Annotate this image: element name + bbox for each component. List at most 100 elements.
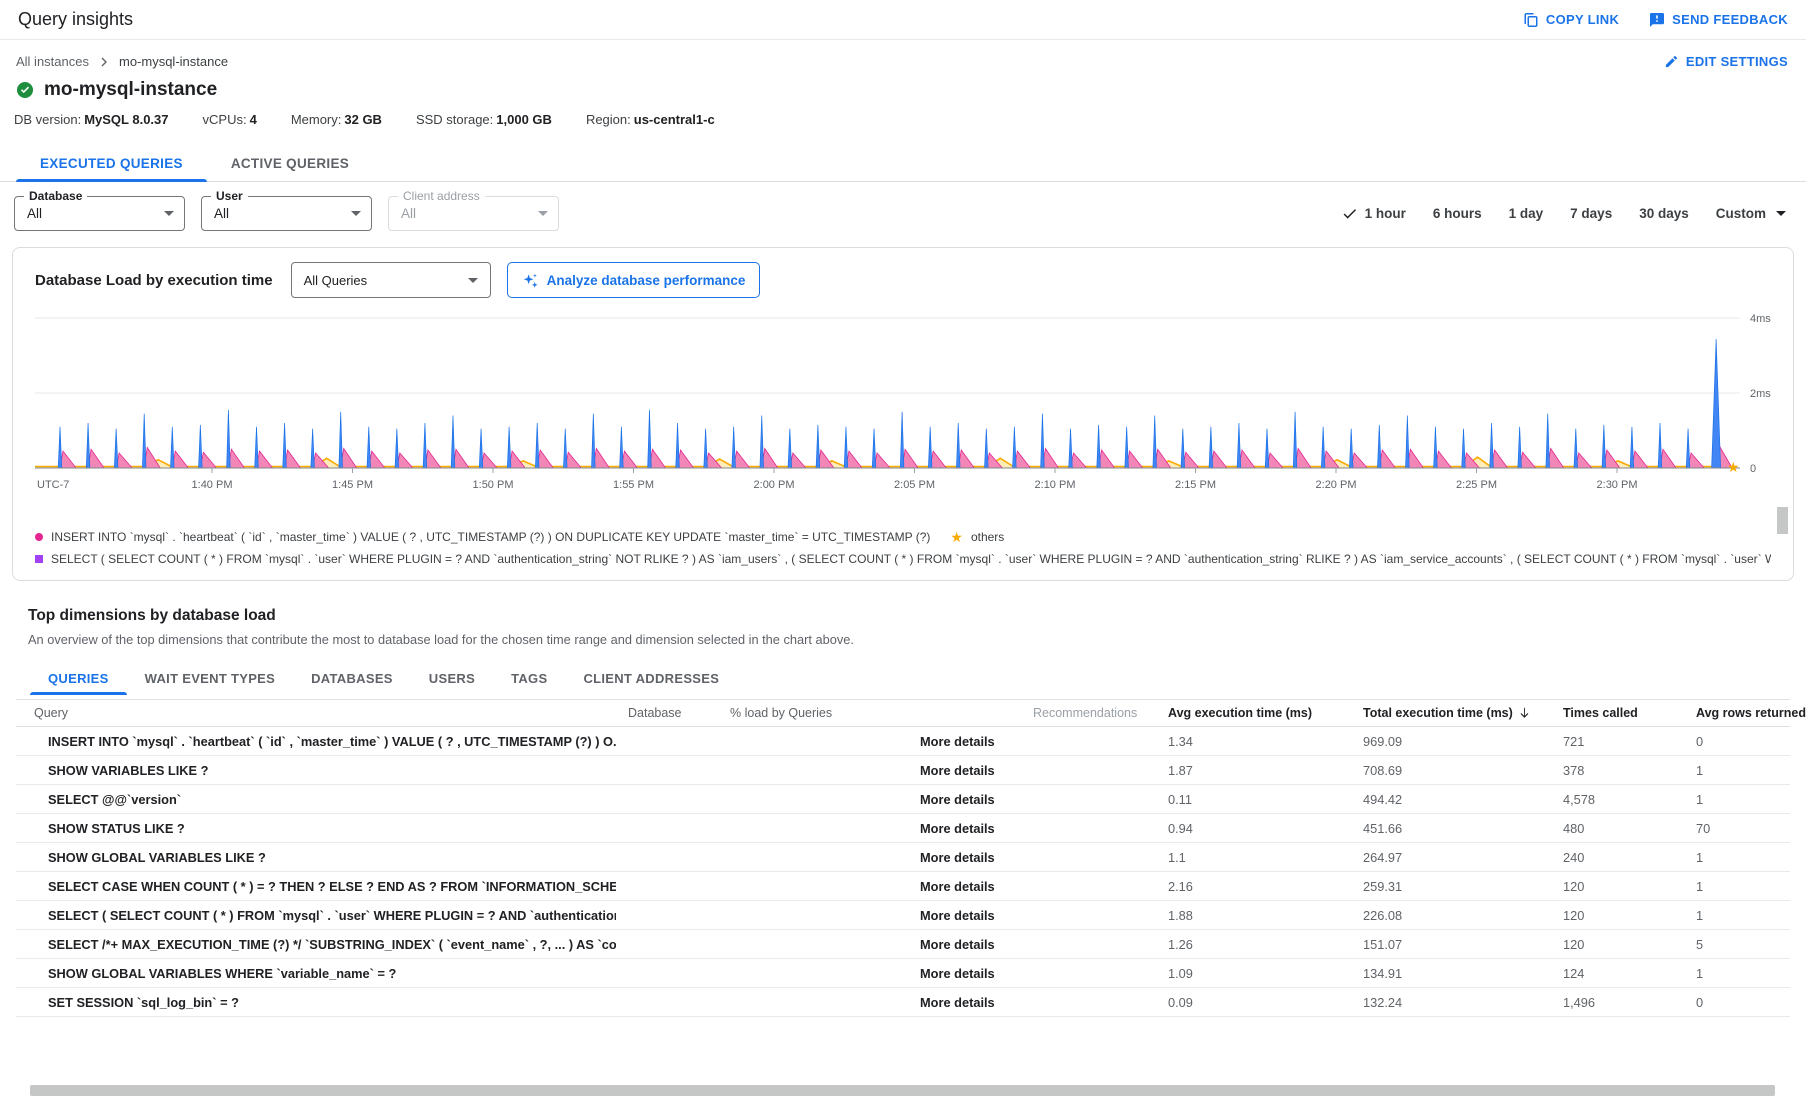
more-details-link[interactable]: More details <box>916 850 1006 865</box>
table-row[interactable]: SELECT @@`version` More details 0.11 494… <box>16 785 1790 814</box>
chevron-down-icon <box>1776 211 1786 216</box>
times-called-cell: 120 <box>1536 879 1671 894</box>
time-range-selector: 1 hour 6 hours 1 day 7 days 30 days Cust… <box>1342 206 1790 221</box>
svg-text:4ms: 4ms <box>1750 313 1771 325</box>
copy-link-button[interactable]: COPY LINK <box>1523 12 1619 28</box>
table-row[interactable]: INSERT INTO `mysql` . `heartbeat` ( `id`… <box>16 727 1790 756</box>
avg-execution-time-cell: 1.87 <box>1156 763 1346 778</box>
table-row[interactable]: SELECT ( SELECT COUNT ( * ) FROM `mysql`… <box>16 901 1790 930</box>
table-row[interactable]: SHOW STATUS LIKE ? More details 0.94 451… <box>16 814 1790 843</box>
svg-text:1:40 PM: 1:40 PM <box>192 479 233 491</box>
col-total-execution-time[interactable]: Total execution time (ms) <box>1346 706 1536 720</box>
database-filter-label: Database <box>24 189 87 203</box>
table-header: Query Database % load by Queries Recomme… <box>16 699 1790 727</box>
svg-text:1:55 PM: 1:55 PM <box>613 479 654 491</box>
tab-executed-queries[interactable]: EXECUTED QUERIES <box>16 145 207 181</box>
avg-rows-returned-cell: 1 <box>1671 966 1790 981</box>
times-called-cell: 1,496 <box>1536 995 1671 1010</box>
table-row[interactable]: SELECT CASE WHEN COUNT ( * ) = ? THEN ? … <box>16 872 1790 901</box>
query-cell: SHOW GLOBAL VARIABLES WHERE `variable_na… <box>16 966 616 981</box>
others-star-icon: ★ <box>1727 459 1740 475</box>
tab-wait-event-types[interactable]: WAIT EVENT TYPES <box>127 663 293 695</box>
times-called-cell: 124 <box>1536 966 1671 981</box>
total-execution-time-cell: 259.31 <box>1346 879 1536 894</box>
total-execution-time-cell: 151.07 <box>1346 937 1536 952</box>
total-execution-time-cell: 264.97 <box>1346 850 1536 865</box>
avg-execution-time-cell: 1.88 <box>1156 908 1346 923</box>
time-range-30-days[interactable]: 30 days <box>1639 206 1689 221</box>
tab-client-addresses[interactable]: CLIENT ADDRESSES <box>565 663 737 695</box>
avg-execution-time-cell: 2.16 <box>1156 879 1346 894</box>
more-details-link[interactable]: More details <box>916 908 1006 923</box>
instance-meta: DB version:MySQL 8.0.37 vCPUs:4 Memory:3… <box>14 112 1788 127</box>
more-details-link[interactable]: More details <box>916 734 1006 749</box>
query-cell: SELECT /*+ MAX_EXECUTION_TIME (?) */ `SU… <box>16 937 616 952</box>
query-cell: SELECT ( SELECT COUNT ( * ) FROM `mysql`… <box>16 908 616 923</box>
avg-rows-returned-cell: 1 <box>1671 792 1790 807</box>
edit-settings-button[interactable]: EDIT SETTINGS <box>1664 54 1788 69</box>
total-execution-time-cell: 226.08 <box>1346 908 1536 923</box>
feedback-icon <box>1649 12 1665 28</box>
table-row[interactable]: SET SESSION `sql_log_bin` = ? More detai… <box>16 988 1790 1017</box>
col-query: Query <box>16 706 616 720</box>
more-details-link[interactable]: More details <box>916 763 1006 778</box>
time-range-6-hours[interactable]: 6 hours <box>1433 206 1482 221</box>
query-cell: SHOW GLOBAL VARIABLES LIKE ? <box>16 850 616 865</box>
queries-dimension-select[interactable]: All Queries <box>291 262 491 298</box>
times-called-cell: 240 <box>1536 850 1671 865</box>
spark-icon <box>522 272 539 289</box>
more-details-link[interactable]: More details <box>916 821 1006 836</box>
col-times-called[interactable]: Times called <box>1536 706 1671 720</box>
avg-execution-time-cell: 1.09 <box>1156 966 1346 981</box>
chevron-down-icon <box>351 211 361 216</box>
avg-execution-time-cell: 0.94 <box>1156 821 1346 836</box>
svg-text:2:00 PM: 2:00 PM <box>754 479 795 491</box>
copy-icon <box>1523 12 1539 28</box>
avg-rows-returned-cell: 1 <box>1671 879 1790 894</box>
table-row[interactable]: SHOW GLOBAL VARIABLES LIKE ? More detail… <box>16 843 1790 872</box>
time-range-custom[interactable]: Custom <box>1716 206 1786 221</box>
more-details-link[interactable]: More details <box>916 995 1006 1010</box>
more-details-link[interactable]: More details <box>916 937 1006 952</box>
tab-databases[interactable]: DATABASES <box>293 663 411 695</box>
queries-table: Query Database % load by Queries Recomme… <box>16 699 1790 1017</box>
breadcrumb-all-instances[interactable]: All instances <box>16 54 89 69</box>
avg-execution-time-cell: 1.34 <box>1156 734 1346 749</box>
col-avg-execution-time[interactable]: Avg execution time (ms) <box>1156 706 1346 720</box>
pencil-icon <box>1664 54 1679 69</box>
time-range-7-days[interactable]: 7 days <box>1570 206 1612 221</box>
avg-execution-time-cell: 0.11 <box>1156 792 1346 807</box>
horizontal-scrollbar[interactable] <box>30 1085 1775 1096</box>
time-range-1-day[interactable]: 1 day <box>1509 206 1544 221</box>
analyze-database-performance-button[interactable]: Analyze database performance <box>507 262 761 298</box>
col-load: % load by Queries <box>706 706 916 720</box>
table-row[interactable]: SHOW VARIABLES LIKE ? More details 1.87 … <box>16 756 1790 785</box>
top-dimensions-title: Top dimensions by database load <box>28 607 1778 625</box>
col-avg-rows-returned[interactable]: Avg rows returned <box>1671 706 1806 720</box>
legend-row-1: INSERT INTO `mysql` . `heartbeat` ( `id`… <box>35 530 1771 544</box>
avg-execution-time-cell: 0.09 <box>1156 995 1346 1010</box>
tab-tags[interactable]: TAGS <box>493 663 565 695</box>
time-range-1-hour[interactable]: 1 hour <box>1342 206 1406 221</box>
more-details-link[interactable]: More details <box>916 879 1006 894</box>
more-details-link[interactable]: More details <box>916 966 1006 981</box>
dimension-tabs: QUERIES WAIT EVENT TYPES DATABASES USERS… <box>30 663 1806 695</box>
table-row[interactable]: SELECT /*+ MAX_EXECUTION_TIME (?) */ `SU… <box>16 930 1790 959</box>
tab-queries[interactable]: QUERIES <box>30 663 127 695</box>
tab-users[interactable]: USERS <box>411 663 493 695</box>
tab-active-queries[interactable]: ACTIVE QUERIES <box>207 145 373 181</box>
database-filter-select[interactable]: Database All <box>14 196 185 231</box>
user-filter-select[interactable]: User All <box>201 196 372 231</box>
total-execution-time-cell: 494.42 <box>1346 792 1536 807</box>
svg-text:2:25 PM: 2:25 PM <box>1456 479 1497 491</box>
times-called-cell: 4,578 <box>1536 792 1671 807</box>
chevron-right-icon <box>99 57 109 67</box>
avg-rows-returned-cell: 70 <box>1671 821 1790 836</box>
table-row[interactable]: SHOW GLOBAL VARIABLES WHERE `variable_na… <box>16 959 1790 988</box>
legend-vertical-scrollbar[interactable] <box>1777 507 1788 534</box>
page-title: Query insights <box>18 9 133 30</box>
send-feedback-button[interactable]: SEND FEEDBACK <box>1649 12 1788 28</box>
chevron-down-icon <box>164 211 174 216</box>
more-details-link[interactable]: More details <box>916 792 1006 807</box>
times-called-cell: 721 <box>1536 734 1671 749</box>
